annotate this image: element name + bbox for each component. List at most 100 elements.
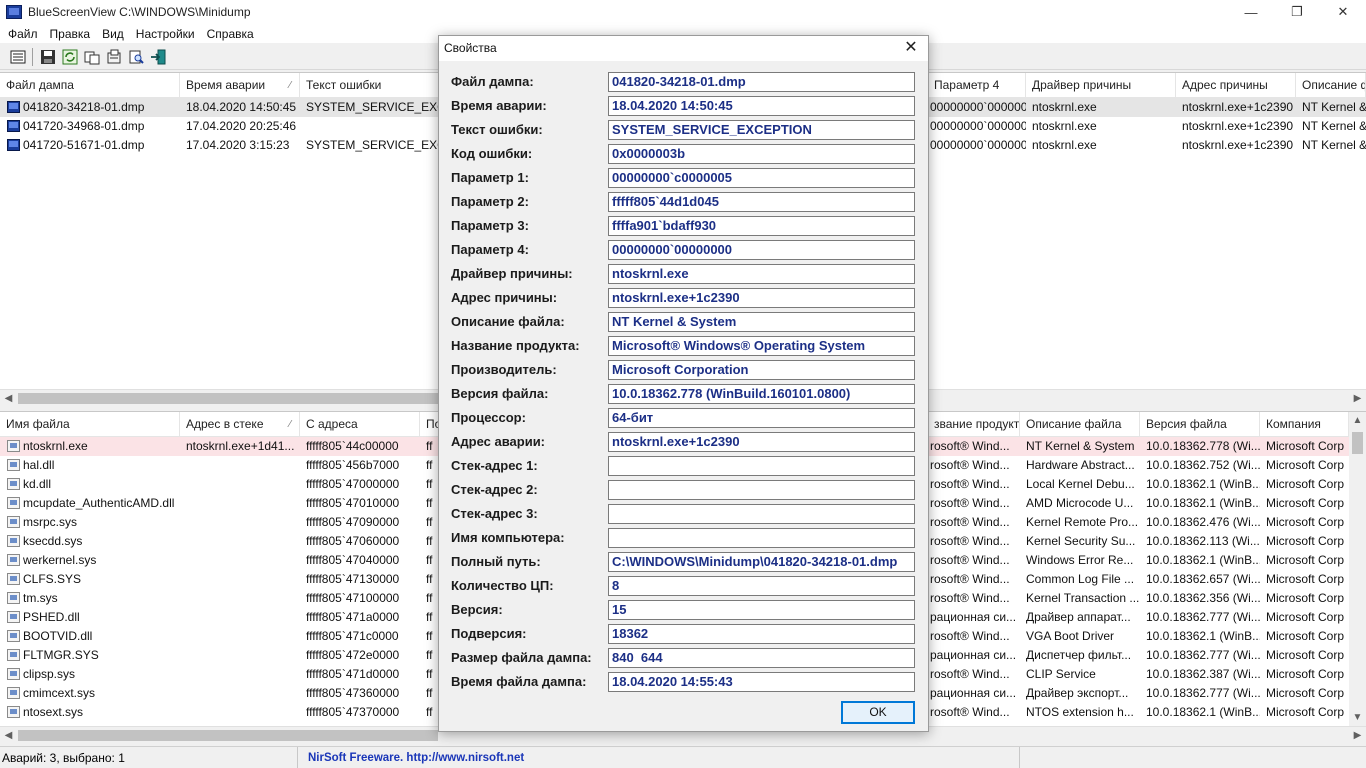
menu-file[interactable]: Файл <box>2 27 44 41</box>
from-address: fffff805`47000000 <box>306 477 400 491</box>
scroll-thumb[interactable] <box>18 393 438 404</box>
nirsoft-link[interactable]: NirSoft Freeware. http://www.nirsoft.net <box>308 747 1020 768</box>
dialog-close-button[interactable]: ✕ <box>900 38 922 58</box>
scroll-right-arrow-icon[interactable]: ▶ <box>1349 390 1366 405</box>
product-name: rosoft® Wind... <box>930 629 1010 643</box>
field-parameter-1[interactable]: 00000000`c0000005 <box>608 168 915 188</box>
field-stack-address-3[interactable] <box>608 504 915 524</box>
product-name: rosoft® Wind... <box>930 458 1010 472</box>
html-report-button[interactable] <box>104 47 123 66</box>
label-product-name: Название продукта: <box>451 338 580 353</box>
column-address-in-stack[interactable]: Адрес в стеке ⁄ <box>180 412 300 437</box>
exit-button[interactable] <box>148 47 167 66</box>
field-crash-time[interactable]: 18.04.2020 14:50:45 <box>608 96 915 116</box>
field-file-version[interactable]: 10.0.18362.778 (WinBuild.160101.0800) <box>608 384 915 404</box>
title-bar: BlueScreenView C:\WINDOWS\Minidump — ❐ ✕ <box>0 0 1366 24</box>
field-stack-address-1[interactable] <box>608 456 915 476</box>
column-crash-time[interactable]: Время аварии ⁄ <box>180 73 300 98</box>
field-file-description[interactable]: NT Kernel & System <box>608 312 915 332</box>
module-filename: tm.sys <box>23 591 58 605</box>
field-processors-count[interactable]: 8 <box>608 576 915 596</box>
column-filename[interactable]: Имя файла <box>0 412 180 437</box>
product-name: rosoft® Wind... <box>930 477 1010 491</box>
field-dump-file-size[interactable]: 840 644 <box>608 648 915 668</box>
field-major-version[interactable]: 15 <box>608 600 915 620</box>
address-in-stack <box>180 475 300 494</box>
file-description: NT Kernel & S <box>1302 119 1366 133</box>
field-computer-name[interactable] <box>608 528 915 548</box>
label-parameter-1: Параметр 1: <box>451 170 529 185</box>
product-name: рационная си... <box>930 610 1017 624</box>
column-caused-by-driver[interactable]: Драйвер причины <box>1026 73 1176 98</box>
module-description: Kernel Remote Pro... <box>1026 515 1139 529</box>
menu-view[interactable]: Вид <box>96 27 130 41</box>
find-button[interactable] <box>126 47 145 66</box>
field-bug-check-string[interactable]: SYSTEM_SERVICE_EXCEPTION <box>608 120 915 140</box>
save-button[interactable] <box>38 47 57 66</box>
module-filename: clipsp.sys <box>23 667 76 681</box>
scroll-thumb[interactable] <box>1352 432 1363 454</box>
refresh-button[interactable] <box>60 47 79 66</box>
column-caused-by-address[interactable]: Адрес причины <box>1176 73 1296 98</box>
field-dump-file[interactable]: 041820-34218-01.dmp <box>608 72 915 92</box>
properties-button[interactable] <box>8 47 27 66</box>
product-name: rosoft® Wind... <box>930 439 1010 453</box>
field-crash-address[interactable]: ntoskrnl.exe+1c2390 <box>608 432 915 452</box>
scroll-up-arrow-icon[interactable]: ▲ <box>1349 412 1366 429</box>
field-processor[interactable]: 64-бит <box>608 408 915 428</box>
module-filename: hal.dll <box>23 458 55 472</box>
field-parameter-4[interactable]: 00000000`00000000 <box>608 240 915 260</box>
module-description: VGA Boot Driver <box>1026 629 1115 643</box>
scroll-left-arrow-icon[interactable]: ◀ <box>0 727 17 742</box>
address-in-stack <box>180 608 300 627</box>
scroll-left-arrow-icon[interactable]: ◀ <box>0 390 17 405</box>
field-product-name[interactable]: Microsoft® Windows® Operating System <box>608 336 915 356</box>
field-full-path[interactable]: C:\WINDOWS\Minidump\041820-34218-01.dmp <box>608 552 915 572</box>
scroll-right-arrow-icon[interactable]: ▶ <box>1349 727 1366 742</box>
field-caused-by-driver[interactable]: ntoskrnl.exe <box>608 264 915 284</box>
field-dump-file-time[interactable]: 18.04.2020 14:55:43 <box>608 672 915 692</box>
field-stack-address-2[interactable] <box>608 480 915 500</box>
label-parameter-3: Параметр 3: <box>451 218 529 233</box>
crash-time: 18.04.2020 14:50:45 <box>186 100 297 114</box>
restore-button[interactable]: ❐ <box>1274 0 1320 24</box>
minimize-button[interactable]: — <box>1228 0 1274 24</box>
column-company[interactable]: Компания <box>1260 412 1349 437</box>
column-file-description[interactable]: Описание ф <box>1296 73 1366 98</box>
label-stack-address-1: Стек-адрес 1: <box>451 458 538 473</box>
driver-list-vertical-scrollbar[interactable]: ▲ ▼ <box>1349 412 1366 726</box>
module-company: Microsoft Corp <box>1266 534 1345 548</box>
menu-options[interactable]: Настройки <box>130 27 201 41</box>
column-file-version[interactable]: Версия файла <box>1140 412 1260 437</box>
field-parameter-3[interactable]: ffffa901`bdaff930 <box>608 216 915 236</box>
column-parameter-4[interactable]: Параметр 4 <box>928 73 1026 98</box>
column-to-address[interactable]: По <box>420 412 440 437</box>
field-caused-by-address[interactable]: ntoskrnl.exe+1c2390 <box>608 288 915 308</box>
refresh-icon <box>62 49 77 64</box>
scroll-thumb[interactable] <box>18 730 438 741</box>
column-from-address[interactable]: С адреса <box>300 412 420 437</box>
address-in-stack <box>180 703 300 722</box>
copy-button[interactable] <box>82 47 101 66</box>
ok-button[interactable]: OK <box>841 701 915 724</box>
menu-edit[interactable]: Правка <box>44 27 97 41</box>
menu-help[interactable]: Справка <box>201 27 260 41</box>
module-version: 10.0.18362.476 (Wi... <box>1146 515 1260 529</box>
module-filename: mcupdate_AuthenticAMD.dll <box>23 496 175 510</box>
field-minor-version[interactable]: 18362 <box>608 624 915 644</box>
field-bug-check-code[interactable]: 0x0000003b <box>608 144 915 164</box>
column-dump-file[interactable]: Файл дампа <box>0 73 180 98</box>
field-parameter-2[interactable]: fffff805`44d1d045 <box>608 192 915 212</box>
product-name: rosoft® Wind... <box>930 496 1010 510</box>
crash-time: 17.04.2020 20:25:46 <box>186 119 297 133</box>
field-company[interactable]: Microsoft Corporation <box>608 360 915 380</box>
dump-file-name: 041720-34968-01.dmp <box>23 119 145 133</box>
column-bug-check-string[interactable]: Текст ошибки <box>300 73 440 98</box>
column-product-name[interactable]: звание продукта <box>928 412 1020 437</box>
close-window-button[interactable]: ✕ <box>1320 0 1366 24</box>
scroll-down-arrow-icon[interactable]: ▼ <box>1349 709 1366 726</box>
module-company: Microsoft Corp <box>1266 553 1345 567</box>
to-address: ff <box>426 648 433 662</box>
column-file-description[interactable]: Описание файла <box>1020 412 1140 437</box>
crash-count-status: Аварий: 3, выбрано: 1 <box>2 747 298 768</box>
